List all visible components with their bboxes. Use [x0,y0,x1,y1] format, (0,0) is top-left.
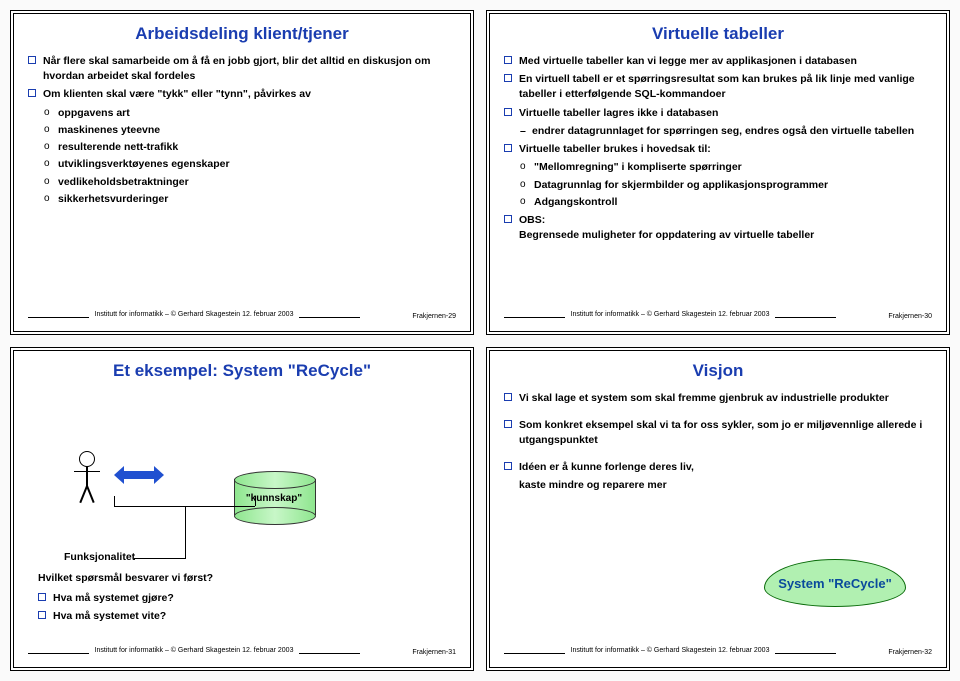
slide-29: Arbeidsdeling klient/tjener Når flere sk… [10,10,474,335]
bullet: Om klienten skal være "tykk" eller "tynn… [28,87,456,102]
bullet: Når flere skal samarbeide om å få en job… [28,54,456,84]
slide-title: Et eksempel: System "ReCycle" [28,361,456,381]
slide-footer: Institutt for informatikk – © Gerhard Sk… [490,647,946,661]
slide-title: Virtuelle tabeller [504,24,932,44]
sub-bullet: Adgangskontroll [504,195,932,210]
footer-credit: Institutt for informatikk – © Gerhard Sk… [565,647,776,654]
bullet: Hva må systemet gjøre? [38,591,213,606]
connector-line [134,558,186,559]
bullet: Virtuelle tabeller brukes i hovedsak til… [504,142,932,157]
bullet: Idéen er å kunne forlenge deres liv, [504,460,932,475]
slide-31: Et eksempel: System "ReCycle" "kunnskap"… [10,347,474,672]
bullet: Vi skal lage et system som skal fremme g… [504,391,932,406]
cloud-label: System "ReCycle" [764,559,906,607]
slide-30: Virtuelle tabeller Med virtuelle tabelle… [486,10,950,335]
dash-bullet: endrer datagrunnlaget for spørringen seg… [504,124,932,139]
question-heading: Hvilket spørsmål besvarer vi først? [38,571,213,586]
sub-bullet: maskinenes yteevne [28,123,456,138]
sub-bullet: "Mellomregning" i kompliserte spørringer [504,160,932,175]
sub-bullet: vedlikeholdsbetraktninger [28,175,456,190]
slide-grid: Arbeidsdeling klient/tjener Når flere sk… [10,10,950,671]
slide-footer: Institutt for informatikk – © Gerhard Sk… [14,311,470,325]
connector-line [185,506,186,558]
footer-credit: Institutt for informatikk – © Gerhard Sk… [89,311,300,318]
database-label: "kunnskap" [234,493,314,504]
connector-line [185,506,255,507]
sub-bullet: oppgavens art [28,106,456,121]
bullet: Hva må systemet vite? [38,609,213,624]
bullet: Som konkret eksempel skal vi ta for oss … [504,418,932,448]
bullet: Virtuelle tabeller lagres ikke i databas… [504,106,932,121]
bullet: OBS: Begrensede muligheter for oppdateri… [504,213,932,243]
slide-title: Visjon [504,361,932,381]
slide-title: Arbeidsdeling klient/tjener [28,24,456,44]
sub-bullet: sikkerhetsvurderinger [28,192,456,207]
database-icon: "kunnskap" [234,471,314,519]
sub-bullet: utviklingsverktøyenes egenskaper [28,157,456,172]
footer-credit: Institutt for informatikk – © Gerhard Sk… [565,311,776,318]
stickfigure-icon [74,451,100,509]
sub-bullet: resulterende nett-trafikk [28,140,456,155]
bullet-continuation: kaste mindre og reparere mer [504,478,932,493]
bullet: En virtuell tabell er et spørringsresult… [504,72,932,102]
footer-credit: Institutt for informatikk – © Gerhard Sk… [89,647,300,654]
slide-32: Visjon Vi skal lage et system som skal f… [486,347,950,672]
sub-bullet: Datagrunnlag for skjermbilder og applika… [504,178,932,193]
bullet: Med virtuelle tabeller kan vi legge mer … [504,54,932,69]
funksjonalitet-label: Funksjonalitet [64,551,135,563]
connector-line [114,496,115,506]
slide-footer: Institutt for informatikk – © Gerhard Sk… [490,311,946,325]
double-arrow-icon [114,466,164,484]
slide-footer: Institutt for informatikk – © Gerhard Sk… [14,647,470,661]
connector-line [114,506,185,507]
